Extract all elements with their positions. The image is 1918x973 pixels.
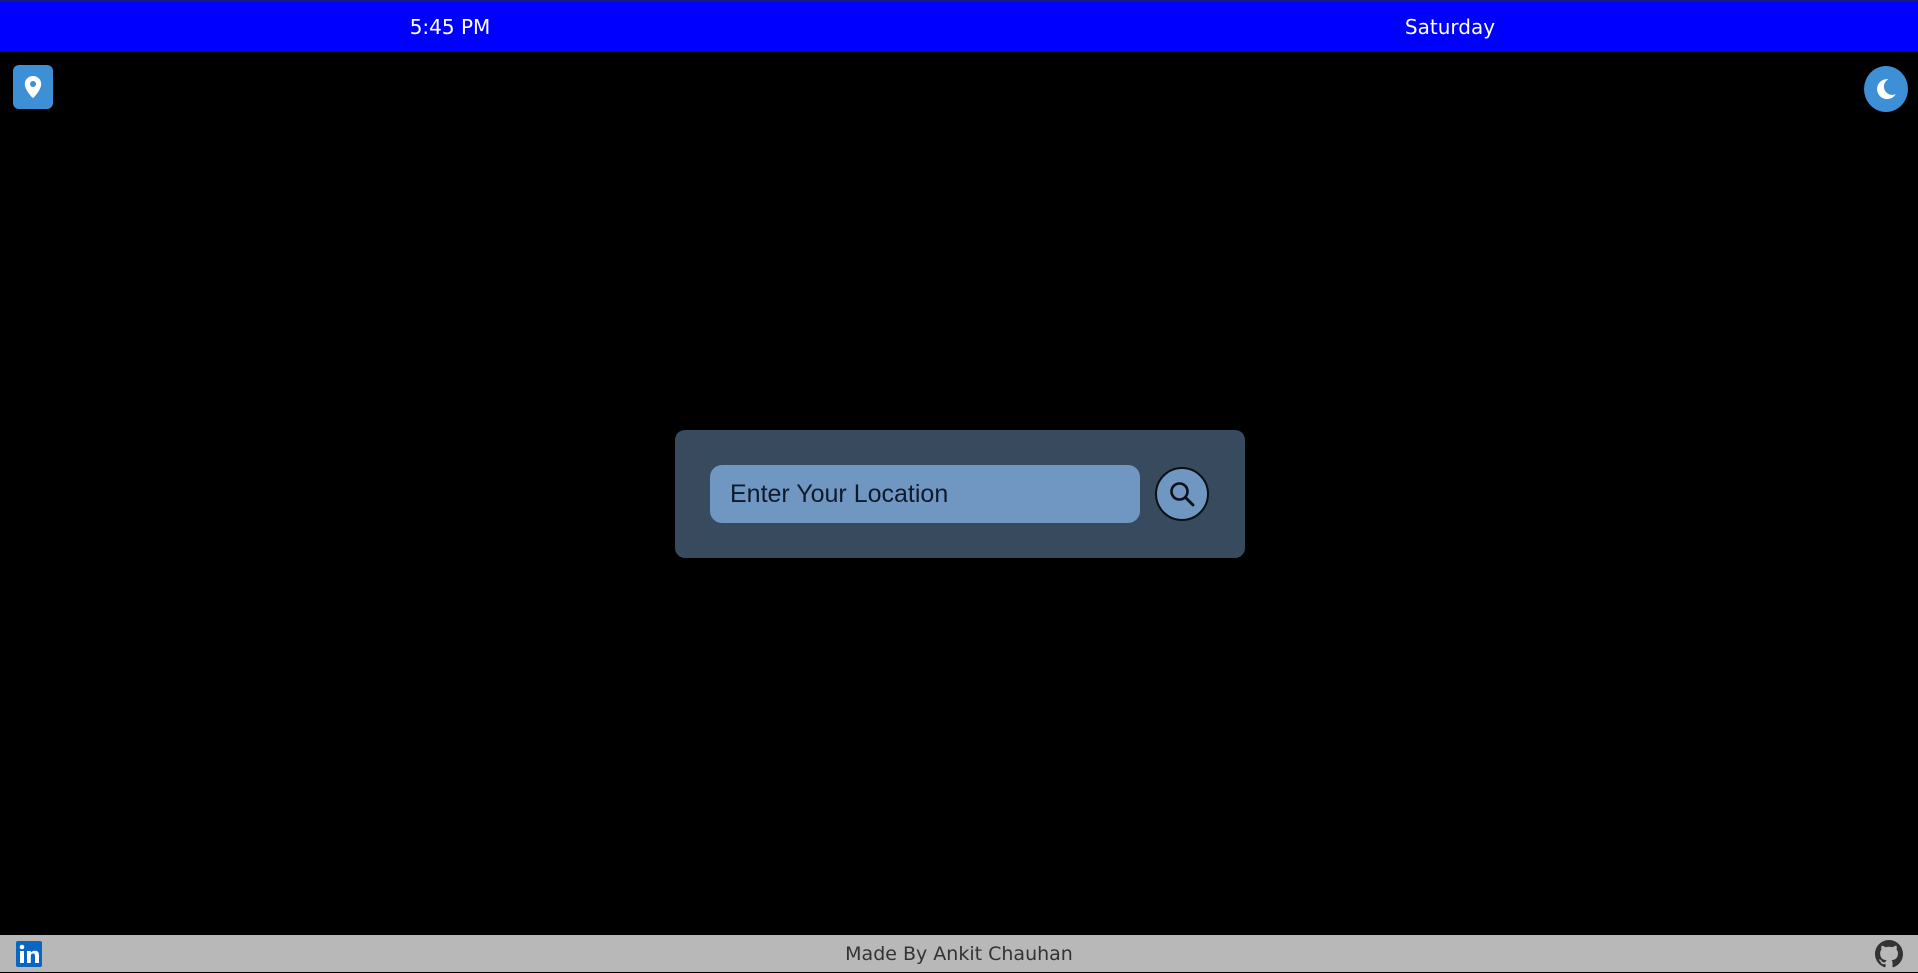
current-day: Saturday [1404,15,1496,39]
theme-toggle-button[interactable] [1864,66,1908,112]
top-bar: 5:45 PM Saturday [0,0,1918,51]
search-icon [1170,482,1195,507]
github-link[interactable] [1875,940,1903,968]
location-search-input[interactable] [710,465,1140,523]
linkedin-icon [16,941,42,967]
search-button[interactable] [1155,467,1209,521]
location-button[interactable] [13,65,53,109]
footer: Made By Ankit Chauhan [0,935,1918,972]
github-icon [1875,940,1903,968]
map-pin-icon [24,76,42,98]
footer-credit: Made By Ankit Chauhan [845,943,1073,965]
current-time: 5:45 PM [409,15,491,39]
linkedin-link[interactable] [16,941,42,967]
search-card [675,430,1245,558]
moon-icon [1877,79,1896,100]
